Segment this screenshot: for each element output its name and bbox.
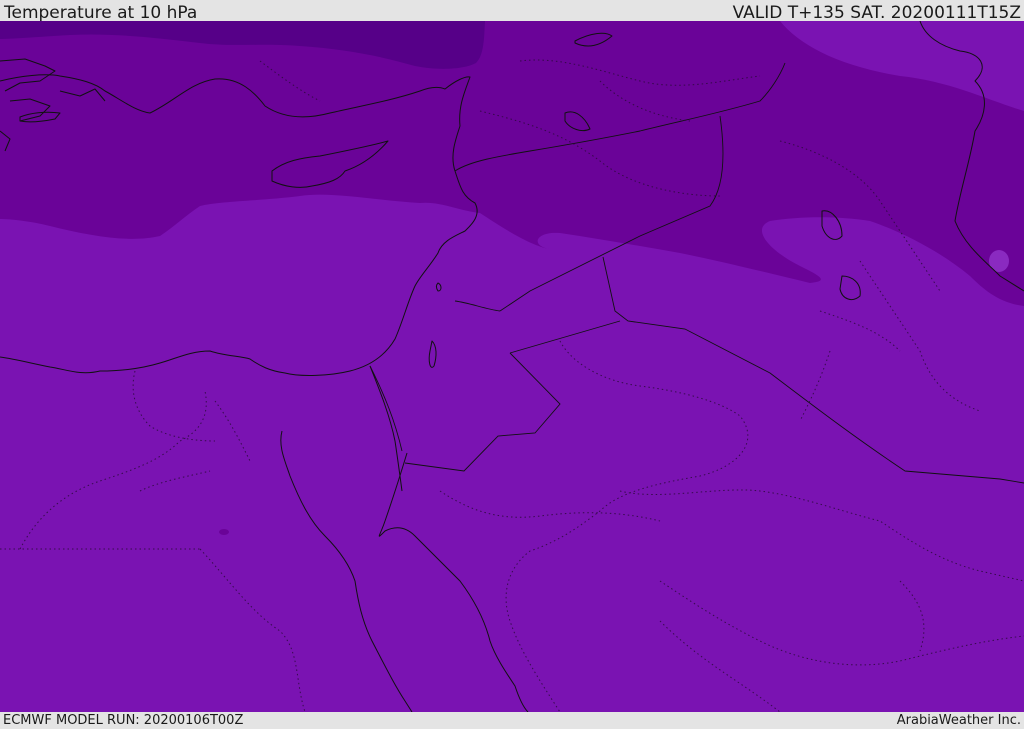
footer-bar: ECMWF MODEL RUN: 20200106T00Z ArabiaWeat… xyxy=(0,712,1024,729)
map-title: Temperature at 10 hPa xyxy=(4,3,198,23)
temperature-map xyxy=(0,21,1024,712)
model-run-label: ECMWF MODEL RUN: 20200106T00Z xyxy=(3,713,244,728)
credit-label: ArabiaWeather Inc. xyxy=(896,713,1021,728)
cold-spot xyxy=(219,529,229,535)
valid-time-label: VALID T+135 SAT. 20200111T15Z xyxy=(732,3,1021,23)
map-canvas[interactable] xyxy=(0,21,1024,712)
header-bar: Temperature at 10 hPa VALID T+135 SAT. 2… xyxy=(0,0,1024,23)
